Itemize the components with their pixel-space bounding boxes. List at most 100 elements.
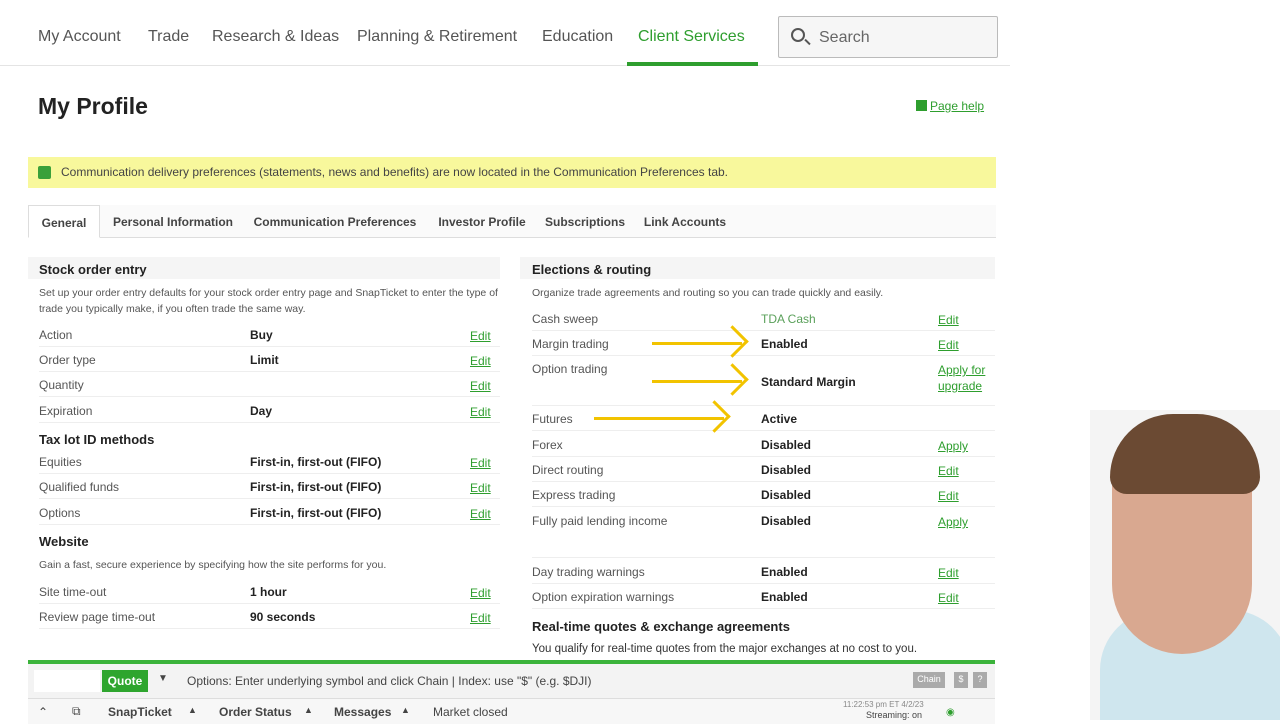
annotation-arrow: [652, 380, 742, 383]
nav-trade[interactable]: Trade: [148, 28, 189, 46]
realtime-title: Real-time quotes & exchange agreements: [532, 619, 790, 634]
stock-order-desc: Set up your order entry defaults for you…: [39, 287, 498, 315]
row-action-link[interactable]: Edit: [470, 506, 520, 522]
nav-my-account[interactable]: My Account: [38, 28, 121, 46]
row-action-link[interactable]: Edit: [938, 463, 988, 479]
tab-investor-profile[interactable]: Investor Profile: [432, 205, 532, 238]
nav-education[interactable]: Education: [542, 28, 613, 46]
row-action-link[interactable]: Apply for upgrade: [938, 362, 988, 394]
search-icon: [791, 28, 805, 42]
top-nav: My Account Trade Research & Ideas Planni…: [0, 0, 1010, 66]
tab-communication-preferences[interactable]: Communication Preferences: [248, 205, 422, 238]
row-label: Options: [39, 506, 81, 520]
page-help-link[interactable]: Page help: [916, 99, 984, 113]
snapticket-tab[interactable]: SnapTicket: [108, 705, 172, 719]
row-label: Day trading warnings: [532, 565, 645, 579]
settings-row: Option expiration warnings Enabled Edit: [532, 584, 995, 609]
help-button[interactable]: ?: [973, 672, 987, 688]
row-action-link[interactable]: Edit: [470, 610, 520, 626]
row-label: Equities: [39, 455, 82, 469]
row-action-link[interactable]: Edit: [470, 328, 520, 344]
settings-row: Express trading Disabled Edit: [532, 482, 995, 507]
settings-row: Action Buy Edit: [39, 322, 500, 347]
row-label: Order type: [39, 353, 96, 367]
elections-title: Elections & routing: [532, 262, 652, 277]
banner-text: Communication delivery preferences (stat…: [61, 165, 729, 179]
row-label: Cash sweep: [532, 312, 599, 326]
search-placeholder: Search: [819, 29, 870, 46]
search-input[interactable]: Search: [778, 16, 998, 58]
row-value: First-in, first-out (FIFO): [250, 506, 382, 520]
streaming-status: Streaming: on: [866, 710, 923, 720]
settings-row: Quantity Edit: [39, 372, 500, 397]
order-status-tab[interactable]: Order Status: [219, 705, 292, 719]
row-value: Day: [250, 404, 273, 418]
row-value: First-in, first-out (FIFO): [250, 480, 382, 494]
settings-row: Option trading Standard Margin Apply for…: [532, 356, 995, 406]
settings-row: Qualified funds First-in, first-out (FIF…: [39, 474, 500, 499]
active-nav-indicator: [627, 62, 758, 66]
quote-button[interactable]: Quote: [102, 670, 148, 692]
row-label: Qualified funds: [39, 480, 120, 494]
row-action-link[interactable]: Edit: [470, 378, 520, 394]
settings-row: Cash sweep TDA Cash Edit: [532, 306, 995, 331]
row-action-link[interactable]: Edit: [938, 488, 988, 504]
row-value: Enabled: [761, 565, 808, 579]
row-label: Futures: [532, 412, 573, 426]
row-action-link[interactable]: Apply: [938, 514, 988, 530]
quote-dropdown-icon[interactable]: ▼: [158, 673, 168, 684]
website-desc: Gain a fast, secure experience by specif…: [39, 559, 387, 571]
row-label: Action: [39, 328, 73, 342]
webcam-overlay: [1090, 410, 1280, 720]
tax-lot-title: Tax lot ID methods: [39, 432, 155, 447]
row-label: Option trading: [532, 362, 608, 376]
snapticket-bar: Quote ▼ Options: Enter underlying symbol…: [28, 660, 995, 724]
timestamp: 11:22:53 pm ET 4/2/23: [843, 700, 924, 709]
tab-general[interactable]: General: [28, 205, 100, 238]
popout-icon[interactable]: ⧉: [72, 704, 81, 719]
row-label: Site time-out: [39, 585, 107, 599]
messages-tab[interactable]: Messages: [334, 705, 391, 719]
nav-planning-retirement[interactable]: Planning & Retirement: [357, 28, 517, 46]
settings-row: Forex Disabled Apply: [532, 432, 995, 457]
settings-row: Order type Limit Edit: [39, 347, 500, 372]
page-help-label: Page help: [930, 99, 985, 113]
market-status: Market closed: [433, 705, 508, 719]
row-action-link[interactable]: Edit: [470, 585, 520, 601]
row-value: First-in, first-out (FIFO): [250, 455, 382, 469]
tab-personal-information[interactable]: Personal Information: [106, 205, 240, 238]
row-value: Disabled: [761, 463, 812, 477]
settings-row: Direct routing Disabled Edit: [532, 457, 995, 482]
quote-hint: Options: Enter underlying symbol and cli…: [187, 674, 592, 688]
row-action-link[interactable]: Edit: [470, 480, 520, 496]
row-value: Disabled: [761, 488, 812, 502]
row-value: Enabled: [761, 337, 808, 351]
row-action-link[interactable]: Edit: [938, 312, 988, 328]
row-action-link[interactable]: Edit: [470, 353, 520, 369]
settings-row: Options First-in, first-out (FIFO) Edit: [39, 500, 500, 525]
row-value: Standard Margin: [761, 375, 856, 389]
row-value: Active: [761, 412, 798, 426]
elections-desc: Organize trade agreements and routing so…: [532, 287, 884, 299]
symbol-input[interactable]: [34, 670, 100, 692]
nav-research-ideas[interactable]: Research & Ideas: [212, 28, 339, 46]
info-banner: Communication delivery preferences (stat…: [28, 157, 996, 188]
row-action-link[interactable]: Edit: [938, 565, 988, 581]
row-action-link[interactable]: Edit: [470, 404, 520, 420]
tab-subscriptions[interactable]: Subscriptions: [540, 205, 630, 238]
row-action-link[interactable]: Edit: [938, 337, 988, 353]
row-action-link[interactable]: Apply: [938, 438, 988, 454]
row-label: Expiration: [39, 404, 93, 418]
row-action-link[interactable]: Edit: [470, 455, 520, 471]
dollar-button[interactable]: $: [954, 672, 968, 688]
row-label: Fully paid lending income: [532, 514, 668, 528]
nav-client-services[interactable]: Client Services: [638, 28, 745, 46]
expand-icon[interactable]: ⌃: [38, 705, 48, 719]
stock-order-title: Stock order entry: [39, 262, 147, 277]
row-action-link[interactable]: Edit: [938, 590, 988, 606]
annotation-arrow: [594, 417, 724, 420]
row-label: Quantity: [39, 378, 84, 392]
row-label: Review page time-out: [39, 610, 156, 624]
tab-link-accounts[interactable]: Link Accounts: [638, 205, 732, 238]
chain-button[interactable]: Chain: [913, 672, 945, 688]
